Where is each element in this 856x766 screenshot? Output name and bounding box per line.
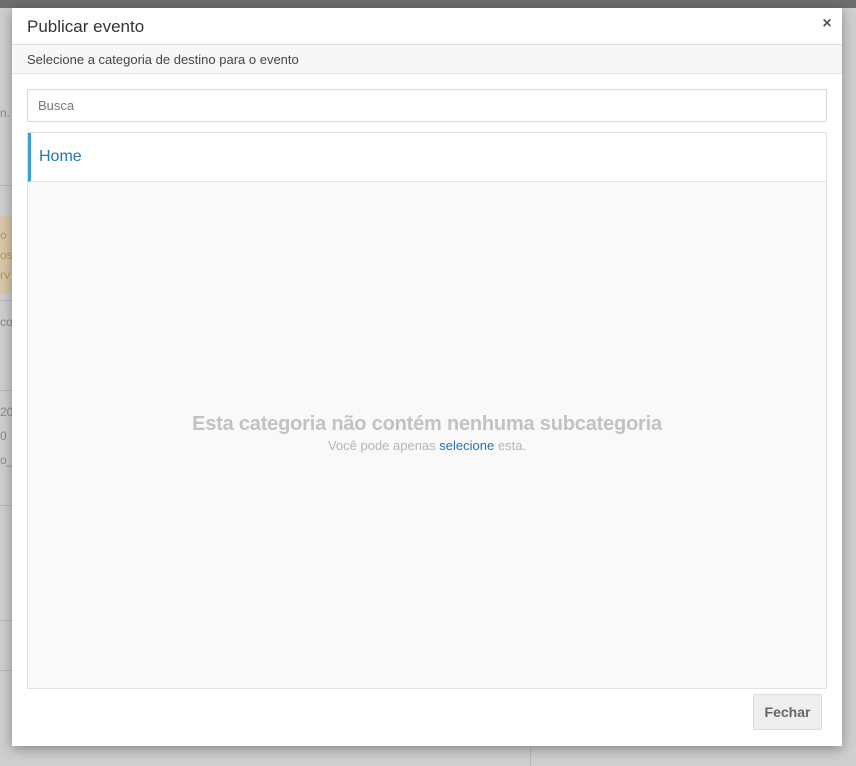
- close-icon[interactable]: ×: [821, 16, 833, 32]
- empty-state-text: esta.: [497, 438, 527, 453]
- background-divider: [0, 390, 12, 391]
- background-divider: [0, 670, 12, 671]
- background-text-fragment: 20: [0, 405, 12, 419]
- background-text-fragment: os: [0, 248, 12, 262]
- empty-state-text: Você pode apenas: [327, 438, 436, 453]
- background-text-fragment: co: [0, 315, 12, 329]
- background-text-fragment: n.: [0, 106, 11, 120]
- background-divider: [0, 505, 12, 506]
- background-text-fragment: o_: [0, 453, 12, 467]
- search-input[interactable]: [27, 89, 827, 122]
- modal-header: Publicar evento ×: [12, 8, 842, 45]
- empty-state-subtitle: Você pode apenas selecione esta.: [28, 438, 826, 453]
- publish-event-modal: Publicar evento × Selecione a categoria …: [12, 8, 842, 746]
- background-warning-box: o os rv: [0, 216, 12, 294]
- breadcrumb-item-home[interactable]: Home: [39, 148, 82, 166]
- background-divider: [0, 185, 12, 186]
- modal-subtitle: Selecione a categoria de destino para o …: [27, 52, 299, 67]
- background-text-fragment: 0: [0, 429, 7, 443]
- background-topbar: [0, 0, 856, 8]
- empty-state-title: Esta categoria não contém nenhuma subcat…: [192, 413, 662, 435]
- background-text-fragment: rv: [0, 268, 10, 282]
- close-button[interactable]: Fechar: [753, 694, 822, 730]
- category-browser: Home Esta categoria não contém nenhuma s…: [27, 132, 827, 689]
- empty-state: Esta categoria não contém nenhuma subcat…: [28, 413, 826, 453]
- modal-subheader: Selecione a categoria de destino para o …: [12, 45, 842, 74]
- background-divider: [0, 300, 12, 301]
- select-category-link[interactable]: selecione: [439, 438, 494, 453]
- modal-title: Publicar evento: [27, 17, 145, 36]
- background-text-fragment: o: [0, 228, 7, 242]
- background-divider: [0, 620, 12, 621]
- breadcrumb: Home: [28, 133, 826, 182]
